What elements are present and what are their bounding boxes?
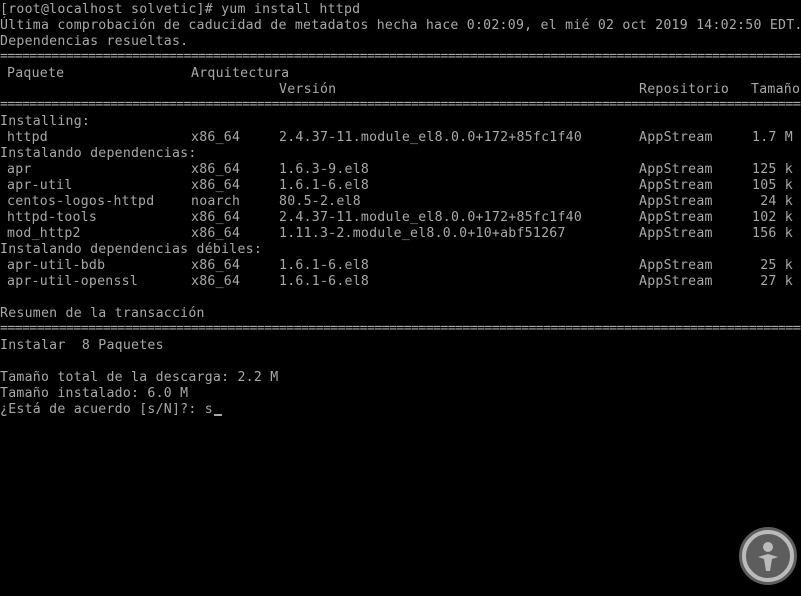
pkg-size: 156 k [752,226,793,241]
terminal-window[interactable]: [root@localhost solvetic]# yum install h… [0,0,801,596]
pkg-name: apr-util [7,178,73,193]
pkg-name: apr-util-openssl [7,274,139,289]
pkg-arch: x86_64 [191,178,241,193]
pkg-version: 1.6.1-6.el8 [279,274,370,289]
pkg-arch: x86_64 [191,258,241,273]
separator-rule: ========================================… [0,49,801,64]
person-in-circle-icon [742,530,794,582]
pkg-repo: AppStream [639,194,713,209]
pkg-arch: x86_64 [191,162,241,177]
header-version: Versión [279,82,337,97]
pkg-arch: x86_64 [191,130,241,145]
section-title-installing: Installing: [0,114,91,129]
pkg-repo: AppStream [639,274,713,289]
pkg-repo: AppStream [639,178,713,193]
pkg-version: 1.6.3-9.el8 [279,162,370,177]
prompt-text: ¿Está de acuerdo [s/N]?: [0,402,205,417]
pkg-version: 2.4.37-11.module_el8.0.0+172+85fc1f40 [279,210,583,225]
deps-resolved-line: Dependencias resueltas. [0,34,189,49]
pkg-name: centos-logos-httpd [7,194,155,209]
pkg-repo: AppStream [639,210,713,225]
pkg-version: 2.4.37-11.module_el8.0.0+172+85fc1f40 [279,130,583,145]
pkg-repo: AppStream [639,258,713,273]
installed-size-line: Tamaño instalado: 6.0 M [0,386,189,401]
pkg-size: 125 k [752,162,793,177]
watermark-logo [739,527,797,585]
pkg-repo: AppStream [639,226,713,241]
header-arch: Arquitectura [191,66,290,81]
pkg-version: 80.5-2.el8 [279,194,361,209]
confirm-prompt[interactable]: ¿Está de acuerdo [s/N]?: s [0,402,222,418]
pkg-arch: x86_64 [191,226,241,241]
pkg-size: 27 k [760,274,793,289]
header-repo: Repositorio [639,82,730,97]
install-count-line: Instalar 8 Paquetes [0,338,164,353]
pkg-size: 1.7 M [752,130,793,145]
download-size-line: Tamaño total de la descarga: 2.2 M [0,370,279,385]
pkg-arch: x86_64 [191,274,241,289]
pkg-arch: x86_64 [191,210,241,225]
pkg-name: mod_http2 [7,226,81,241]
pkg-version: 1.6.1-6.el8 [279,258,370,273]
pkg-name: httpd-tools [7,210,98,225]
section-title-weak-dependencies: Instalando dependencias débiles: [0,242,263,257]
pkg-repo: AppStream [639,130,713,145]
pkg-arch: noarch [191,194,241,209]
pkg-repo: AppStream [639,162,713,177]
separator-rule: ========================================… [0,97,801,112]
pkg-size: 24 k [760,194,793,209]
pkg-version: 1.11.3-2.module_el8.0.0+10+abf51267 [279,226,566,241]
pkg-size: 105 k [752,178,793,193]
summary-title: Resumen de la transacción [0,306,205,321]
pkg-name: apr [7,162,32,177]
prompt-input-value[interactable]: s [205,402,213,417]
section-title-dependencies: Instalando dependencias: [0,146,197,161]
text-cursor [213,402,222,416]
pkg-size: 102 k [752,210,793,225]
pkg-size: 25 k [760,258,793,273]
pkg-version: 1.6.1-6.el8 [279,178,370,193]
pkg-name: apr-util-bdb [7,258,106,273]
separator-rule: ========================================… [0,321,801,336]
header-size: Tamaño [751,82,801,97]
command-line: [root@localhost solvetic]# yum install h… [0,2,361,17]
metadata-line: Última comprobación de caducidad de meta… [0,18,801,33]
pkg-name: httpd [7,130,48,145]
header-package: Paquete [7,66,65,81]
